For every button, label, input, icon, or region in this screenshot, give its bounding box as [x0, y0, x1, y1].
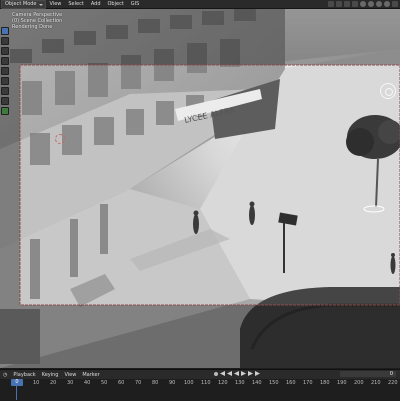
menu-view[interactable]: View: [47, 1, 65, 8]
measure-tool-icon[interactable]: [1, 97, 9, 105]
shading-options-icon[interactable]: [392, 1, 398, 7]
gizmo-toggle-icon[interactable]: [336, 1, 342, 7]
xray-icon[interactable]: [352, 1, 358, 7]
prev-keyframe-icon[interactable]: [227, 371, 232, 376]
menu-keying[interactable]: Keying: [39, 372, 62, 378]
tick-label: 30: [67, 380, 74, 386]
shading-wireframe-icon[interactable]: [360, 1, 366, 7]
add-cube-tool-icon[interactable]: [1, 107, 9, 115]
tool-shelf: [1, 27, 9, 115]
tick-label: 50: [101, 380, 108, 386]
tick-label: 100: [184, 380, 194, 386]
menu-timeline-view[interactable]: View: [61, 372, 79, 378]
menu-select[interactable]: Select: [65, 1, 86, 8]
timeline-editor: ◷ Playback Keying View Marker 0 10 20 30…: [0, 369, 400, 401]
shading-rendered-icon[interactable]: [384, 1, 390, 7]
tick-label: 170: [303, 380, 313, 386]
tick-label: 90: [169, 380, 176, 386]
record-icon[interactable]: [214, 371, 218, 376]
tick-label: 60: [118, 380, 125, 386]
menu-marker[interactable]: Marker: [79, 372, 102, 378]
tick-label: 10: [33, 380, 40, 386]
visibility-icon[interactable]: [328, 1, 334, 7]
playhead-line: [16, 386, 17, 400]
tick-label: 80: [152, 380, 159, 386]
tick-label: 160: [286, 380, 296, 386]
annotate-tool-icon[interactable]: [1, 87, 9, 95]
next-keyframe-icon[interactable]: [248, 371, 253, 376]
timeline-editor-type-icon[interactable]: ◷: [0, 372, 10, 378]
playback-controls: [214, 371, 260, 376]
3d-viewport[interactable]: LYCEE ALFRA Camera Perspective (0) Scene…: [0, 9, 400, 368]
tick-label: 190: [337, 380, 347, 386]
menu-gis[interactable]: GIS: [128, 1, 143, 8]
tick-label: 210: [371, 380, 381, 386]
move-tool-icon[interactable]: [1, 47, 9, 55]
tick-label: 140: [252, 380, 262, 386]
tick-label: 40: [84, 380, 91, 386]
viewport-header: Object Mode View Select Add Object GIS: [0, 0, 400, 9]
tick-label: 130: [235, 380, 245, 386]
jump-start-icon[interactable]: [220, 371, 225, 376]
object-mode-dropdown[interactable]: Object Mode: [1, 0, 46, 9]
tick-label: 180: [320, 380, 330, 386]
playhead-frame-indicator[interactable]: 0: [11, 379, 23, 386]
shading-material-icon[interactable]: [376, 1, 382, 7]
header-right-icons: [328, 0, 398, 8]
timeline-header: ◷ Playback Keying View Marker 0: [0, 370, 400, 379]
tick-label: 70: [135, 380, 142, 386]
select-tool-icon[interactable]: [1, 27, 9, 35]
tick-label: 110: [201, 380, 211, 386]
menu-add[interactable]: Add: [88, 1, 104, 8]
play-reverse-icon[interactable]: [234, 371, 239, 376]
current-frame-field[interactable]: 0: [340, 371, 396, 377]
jump-end-icon[interactable]: [255, 371, 260, 376]
overlay-toggle-icon[interactable]: [344, 1, 350, 7]
tick-label: 220: [388, 380, 398, 386]
3d-cursor-icon: [55, 134, 65, 144]
tick-label: 20: [50, 380, 57, 386]
cursor-tool-icon[interactable]: [1, 37, 9, 45]
navigation-gizmo-icon[interactable]: [380, 83, 396, 99]
viewport-info-status: Rendering Done: [12, 24, 53, 30]
tick-label: 120: [218, 380, 228, 386]
timeline-ruler[interactable]: 10 20 30 40 50 60 70 80 90 100 110 120 1…: [0, 379, 400, 387]
play-icon[interactable]: [241, 371, 246, 376]
menu-object[interactable]: Object: [105, 1, 127, 8]
rotate-tool-icon[interactable]: [1, 57, 9, 65]
tick-label: 150: [269, 380, 279, 386]
tick-label: 200: [354, 380, 364, 386]
shading-solid-icon[interactable]: [368, 1, 374, 7]
transform-tool-icon[interactable]: [1, 77, 9, 85]
menu-playback[interactable]: Playback: [10, 372, 38, 378]
rendered-scene: LYCEE ALFRA: [0, 9, 400, 368]
scale-tool-icon[interactable]: [1, 67, 9, 75]
